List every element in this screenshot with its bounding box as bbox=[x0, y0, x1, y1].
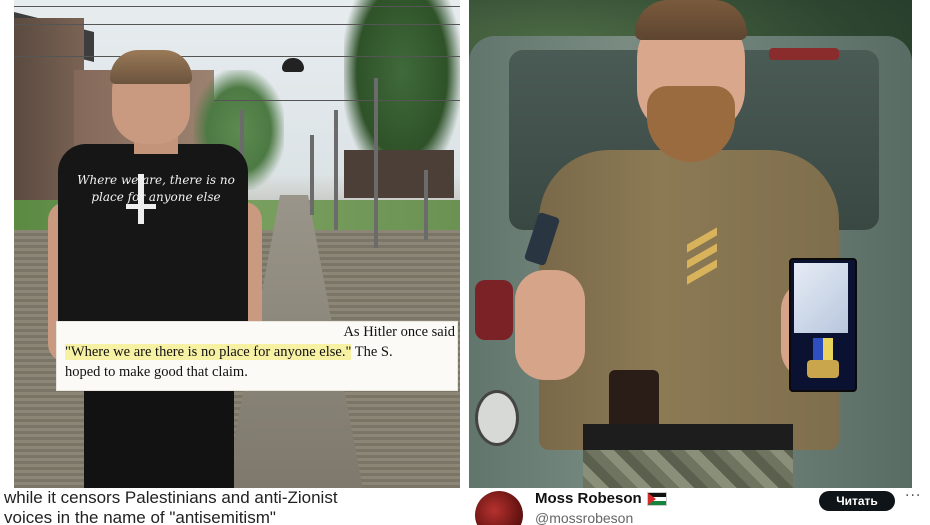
tweet-header: Moss Robeson @mossrobeson Читать ··· bbox=[469, 488, 930, 525]
barracks bbox=[344, 150, 454, 198]
taillight bbox=[475, 280, 513, 340]
hair bbox=[635, 0, 747, 40]
quote-line-1: As Hitler once said bbox=[343, 324, 455, 340]
follow-button[interactable]: Читать bbox=[819, 491, 895, 511]
lamp bbox=[282, 58, 304, 72]
more-options-icon[interactable]: ··· bbox=[905, 488, 927, 504]
tweet-author-handle[interactable]: @mossrobeson bbox=[535, 510, 633, 525]
arm bbox=[515, 270, 585, 380]
quote-line-2: "Where we are there is no place for anyo… bbox=[65, 344, 393, 361]
barbed-wire bbox=[14, 24, 460, 25]
belt bbox=[583, 424, 793, 452]
barbed-wire bbox=[14, 6, 460, 7]
medal-case-lid bbox=[794, 263, 848, 333]
quote-line-3: hoped to make good that claim. bbox=[65, 364, 248, 380]
fence-post bbox=[374, 78, 378, 248]
soldier bbox=[515, 0, 859, 488]
tweet-author-name[interactable]: Moss Robeson bbox=[535, 490, 667, 507]
person-back-view: Where we are, there is no place for anyo… bbox=[48, 50, 264, 488]
author-name-text[interactable]: Moss Robeson bbox=[535, 490, 642, 507]
avatar[interactable] bbox=[475, 491, 523, 525]
camo-pants bbox=[583, 450, 793, 488]
medal-ribbon bbox=[813, 338, 833, 360]
quote-highlight: "Where we are there is no place for anyo… bbox=[65, 344, 352, 360]
fence-post bbox=[310, 135, 314, 215]
caption-line-1: while it censors Palestinians and anti-Z… bbox=[4, 488, 338, 507]
book-quote: As Hitler once said "Where we are there … bbox=[57, 322, 457, 390]
hair bbox=[110, 50, 192, 84]
right-photo bbox=[469, 0, 912, 488]
fence-post bbox=[424, 170, 428, 240]
medal-case bbox=[789, 258, 857, 392]
rank-insignia bbox=[687, 227, 717, 290]
caption-text: while it censors Palestinians and anti-Z… bbox=[4, 488, 464, 525]
medal-icon bbox=[807, 360, 839, 378]
caption-line-2: voices in the name of "antisemitism" bbox=[4, 508, 276, 525]
fence-post bbox=[334, 110, 338, 230]
quote-line-2-tail: The S. bbox=[351, 344, 393, 360]
left-photo: Where we are, there is no place for anyo… bbox=[14, 0, 460, 488]
tail-lamp bbox=[475, 390, 519, 446]
shirt-text: Where we are, there is no place for anyo… bbox=[77, 173, 235, 204]
palestine-flag-icon bbox=[646, 492, 667, 507]
